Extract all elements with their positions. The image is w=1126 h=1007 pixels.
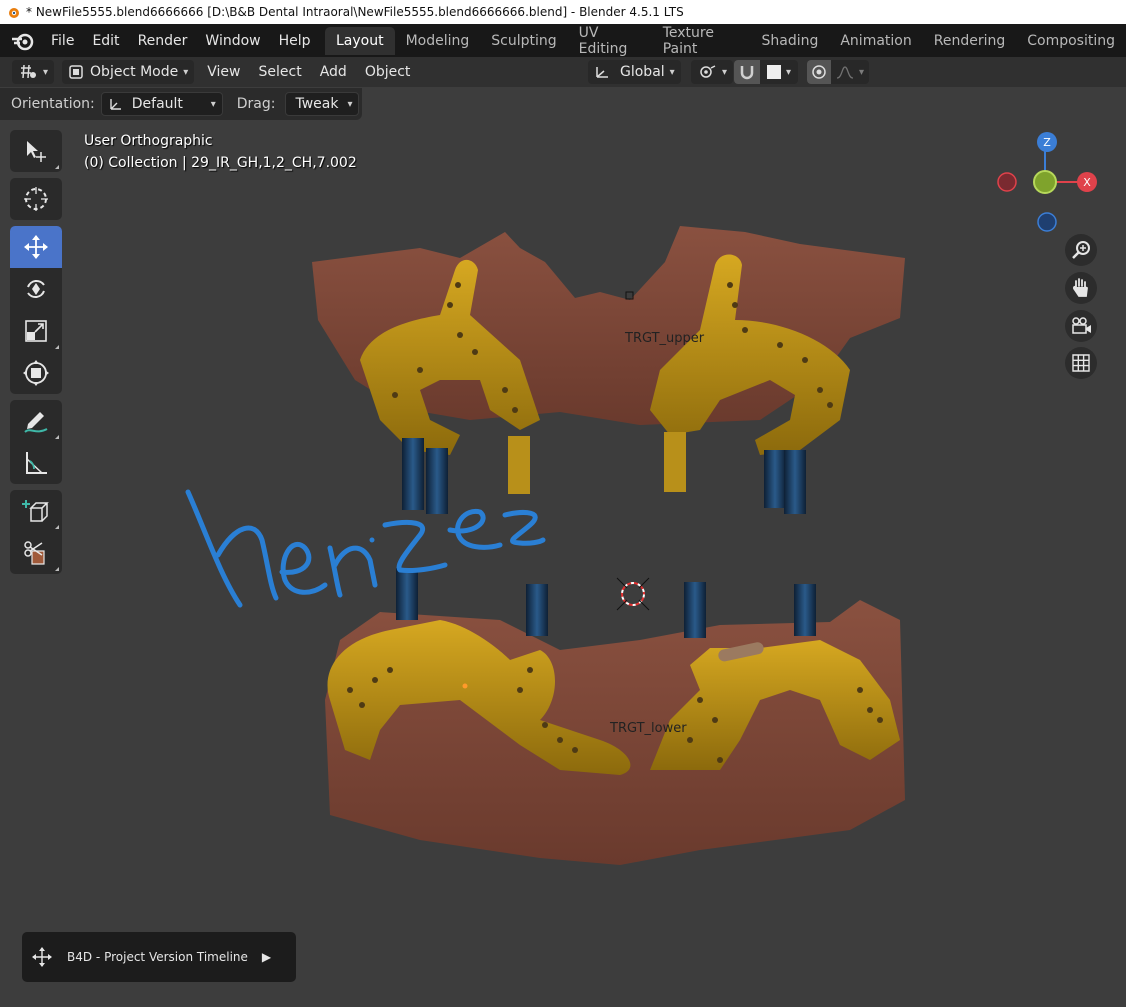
move-tool[interactable] xyxy=(10,226,62,268)
move-panel-icon[interactable] xyxy=(31,946,53,968)
navigation-gizmo[interactable]: Z X xyxy=(990,130,1110,240)
view-name: User Orthographic xyxy=(84,133,213,149)
add-cube-tool[interactable] xyxy=(10,490,62,532)
add-cube-icon xyxy=(22,500,49,522)
gizmo-x-label: X xyxy=(1083,176,1091,189)
play-icon[interactable]: ▶ xyxy=(262,950,271,964)
3d-cursor-icon[interactable] xyxy=(616,577,650,611)
measure-tool[interactable] xyxy=(10,442,62,484)
scissors-cube-icon xyxy=(24,541,45,565)
scale-tool[interactable] xyxy=(10,310,62,352)
transform-tool[interactable] xyxy=(10,352,62,394)
pencil-annotate-icon xyxy=(24,412,48,433)
perspective-toggle-button[interactable] xyxy=(1065,347,1097,379)
gizmo-z-label: Z xyxy=(1043,136,1051,149)
object-label-lower: TRGT_lower xyxy=(610,721,687,736)
tool-shelf xyxy=(10,130,62,580)
viewport-info: User Orthographic (0) Collection | 29_IR… xyxy=(84,130,357,174)
zoom-magnifier-icon xyxy=(1072,241,1090,259)
hand-pan-icon xyxy=(1073,278,1088,297)
move-arrows-icon xyxy=(24,235,48,259)
gizmo-y-axis[interactable] xyxy=(1033,170,1057,194)
scale-icon xyxy=(25,320,47,342)
object-label-upper: TRGT_upper xyxy=(625,331,705,346)
transform-icon xyxy=(23,360,49,386)
collection-info: (0) Collection | 29_IR_GH,1,2_CH,7.002 xyxy=(84,155,357,171)
gizmo-neg-x-axis[interactable] xyxy=(997,172,1017,192)
cursor-tool[interactable] xyxy=(10,178,62,220)
cursor-arrow-icon xyxy=(27,141,46,162)
3d-cursor-tool-icon xyxy=(24,187,48,211)
annotate-tool[interactable] xyxy=(10,400,62,442)
lower-jaw-model[interactable] xyxy=(325,568,905,865)
rotate-icon xyxy=(27,280,45,298)
zoom-button[interactable] xyxy=(1065,234,1097,266)
panel-title: B4D - Project Version Timeline xyxy=(67,950,248,964)
camera-icon xyxy=(1072,317,1091,334)
rotate-tool[interactable] xyxy=(10,268,62,310)
project-version-timeline-panel[interactable]: B4D - Project Version Timeline ▶ xyxy=(22,932,296,982)
gizmo-neg-z-axis[interactable] xyxy=(1037,212,1057,232)
pan-button[interactable] xyxy=(1065,272,1097,304)
upper-jaw-model[interactable] xyxy=(312,226,905,514)
handwriting-annotation xyxy=(185,489,546,608)
knife-split-tool[interactable] xyxy=(10,532,62,574)
select-tool[interactable] xyxy=(10,130,62,172)
grid-icon xyxy=(1072,354,1090,372)
measure-ruler-icon xyxy=(26,452,47,474)
camera-view-button[interactable] xyxy=(1065,310,1097,342)
